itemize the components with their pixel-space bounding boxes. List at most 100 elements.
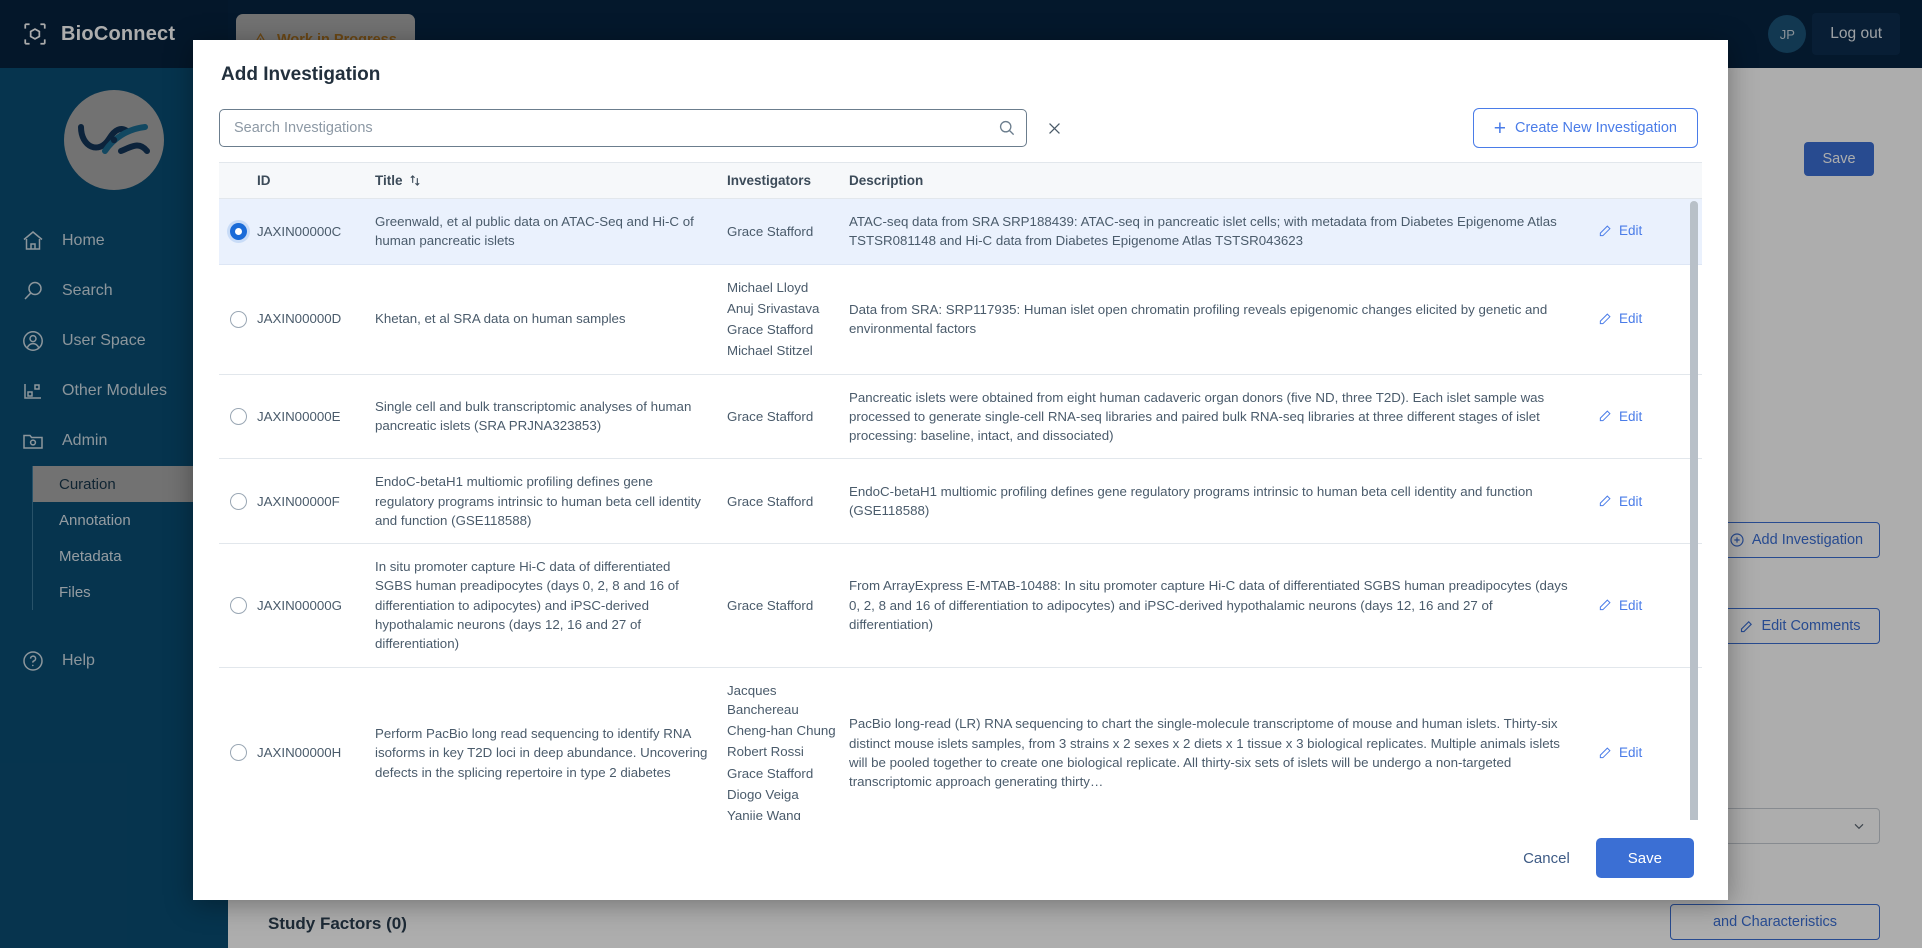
edit-button[interactable]: Edit <box>1598 743 1642 763</box>
edit-label: Edit <box>1619 597 1643 613</box>
row-radio-cell[interactable] <box>219 265 257 374</box>
header-id[interactable]: ID <box>257 173 375 188</box>
investigator-name: Cheng-han Chung <box>727 723 836 739</box>
investigator-name: Jacques Banchereau <box>727 682 799 717</box>
edit-button[interactable]: Edit <box>1598 309 1642 329</box>
sort-updown-icon[interactable] <box>409 174 421 187</box>
investigator-name: Grace Stafford <box>727 493 814 509</box>
investigator-list: Jacques Banchereau Cheng-han Chung Robert … <box>727 681 849 820</box>
pencil-icon <box>1598 494 1612 508</box>
row-radio-cell[interactable] <box>219 199 257 264</box>
cell-actions: Edit <box>1598 459 1702 543</box>
cell-investigators: Grace Stafford <box>727 375 849 459</box>
pencil-icon <box>1598 312 1612 326</box>
create-new-investigation-button[interactable]: + Create New Investigation <box>1472 108 1698 148</box>
investigator-name: Michael Lloyd <box>727 279 809 295</box>
pencil-icon <box>1598 409 1612 423</box>
search-field-wrapper <box>219 109 1027 147</box>
radio-selected[interactable] <box>229 222 247 240</box>
pencil-icon <box>1598 598 1612 612</box>
edit-label: Edit <box>1619 745 1643 761</box>
radio-unselected[interactable] <box>229 310 247 328</box>
radio-unselected[interactable] <box>229 407 247 425</box>
table-scrollbar-thumb[interactable] <box>1690 201 1698 820</box>
header-investigators[interactable]: Investigators <box>727 173 849 188</box>
table-row[interactable]: JAXIN00000C Greenwald, et al public data … <box>219 199 1702 265</box>
cell-actions: Edit <box>1598 544 1702 666</box>
table-row[interactable]: JAXIN00000E Single cell and bulk transcri… <box>219 375 1702 460</box>
cell-actions: Edit <box>1598 199 1702 264</box>
pencil-icon <box>1598 746 1612 760</box>
cell-investigators: Grace Stafford <box>727 459 849 543</box>
cell-description: ATAC-seq data from SRA SRP188439: ATAC-s… <box>849 214 1557 249</box>
cell-actions: Edit <box>1598 375 1702 459</box>
row-radio-cell[interactable] <box>219 544 257 666</box>
investigator-list: Grace Stafford <box>727 222 813 241</box>
cell-actions: Edit <box>1598 265 1702 374</box>
modal-footer: Cancel Save <box>193 820 1728 900</box>
row-radio-cell[interactable] <box>219 668 257 820</box>
cell-investigators: Grace Stafford <box>727 544 849 666</box>
cell-id: JAXIN00000C <box>257 223 342 239</box>
cell-title: EndoC-betaH1 multiomic profiling defines… <box>375 474 701 528</box>
cell-actions: Edit <box>1598 668 1702 820</box>
row-radio-cell[interactable] <box>219 375 257 459</box>
cell-id: JAXIN00000E <box>257 408 341 424</box>
search-icon[interactable] <box>997 118 1017 138</box>
investigator-name: Grace Stafford <box>727 765 814 781</box>
plus-icon: + <box>1493 116 1506 140</box>
header-title[interactable]: Title <box>375 173 727 188</box>
edit-label: Edit <box>1619 311 1643 327</box>
cell-id: JAXIN00000H <box>257 745 342 761</box>
cell-id: JAXIN00000G <box>257 597 343 613</box>
edit-button[interactable]: Edit <box>1598 492 1642 512</box>
investigator-name: Diogo Veiga <box>727 786 799 802</box>
cell-id: JAXIN00000F <box>257 493 340 509</box>
investigator-list: Michael Lloyd Anuj Srivastava Grace Staffo… <box>727 278 819 361</box>
modal-title: Add Investigation <box>221 64 381 85</box>
cell-description: PacBio long-read (LR) RNA sequencing to … <box>849 716 1560 790</box>
radio-unselected[interactable] <box>229 596 247 614</box>
table-row[interactable]: JAXIN00000H Perform PacBio long read sequ… <box>219 668 1702 820</box>
add-investigation-modal: Add Investigation + Create New Investiga… <box>193 40 1728 900</box>
cell-id: JAXIN00000D <box>257 311 342 327</box>
investigator-list: Grace Stafford <box>727 596 813 615</box>
header-title-label: Title <box>375 173 403 188</box>
row-radio-cell[interactable] <box>219 459 257 543</box>
cell-title: Perform PacBio long read sequencing to i… <box>375 726 708 780</box>
cancel-button[interactable]: Cancel <box>1523 850 1570 867</box>
table-row[interactable]: JAXIN00000G In situ promoter capture Hi-C… <box>219 544 1702 668</box>
cell-investigators: Michael Lloyd Anuj Srivastava Grace Staffo… <box>727 265 849 374</box>
table-row[interactable]: JAXIN00000D Khetan, et al SRA data on hum… <box>219 265 1702 375</box>
pencil-icon <box>1598 224 1612 238</box>
investigator-name: Anuj Srivastava <box>727 300 820 316</box>
edit-button[interactable]: Edit <box>1598 596 1642 616</box>
cell-description: Data from SRA: SRP117935: Human islet op… <box>849 301 1548 337</box>
table-scrollbar[interactable] <box>1690 201 1698 820</box>
edit-button[interactable]: Edit <box>1598 221 1642 241</box>
table-row[interactable]: JAXIN00000F EndoC-betaH1 multiomic profil… <box>219 459 1702 545</box>
radio-unselected[interactable] <box>229 744 247 762</box>
investigator-name: Grace Stafford <box>727 408 814 424</box>
investigations-table: ID Title Investigators Description JAXIN… <box>219 162 1702 820</box>
header-description[interactable]: Description <box>849 173 1598 188</box>
search-input[interactable] <box>219 109 1027 147</box>
cell-title: In situ promoter capture Hi-C data of di… <box>375 559 679 652</box>
edit-button[interactable]: Edit <box>1598 407 1642 427</box>
investigator-list: Grace Stafford <box>727 407 813 426</box>
investigator-name: Grace Stafford <box>727 223 814 239</box>
cell-investigators: Grace Stafford <box>727 199 849 264</box>
investigator-name: Robert Rossi <box>727 744 804 760</box>
investigator-name: Grace Stafford <box>727 597 814 613</box>
radio-unselected[interactable] <box>229 492 247 510</box>
modal-toolbar: + Create New Investigation <box>193 92 1728 162</box>
investigator-name: Yanjie Wang <box>727 808 801 820</box>
investigator-list: Grace Stafford <box>727 492 813 511</box>
clear-search-icon[interactable] <box>1041 115 1067 141</box>
save-button[interactable]: Save <box>1595 838 1694 878</box>
edit-label: Edit <box>1619 223 1643 239</box>
cell-title: Greenwald, et al public data on ATAC-Seq… <box>375 214 694 249</box>
edit-label: Edit <box>1619 493 1643 509</box>
create-new-investigation-label: Create New Investigation <box>1515 120 1677 136</box>
cell-description: From ArrayExpress E-MTAB-10488: In situ … <box>849 578 1568 632</box>
